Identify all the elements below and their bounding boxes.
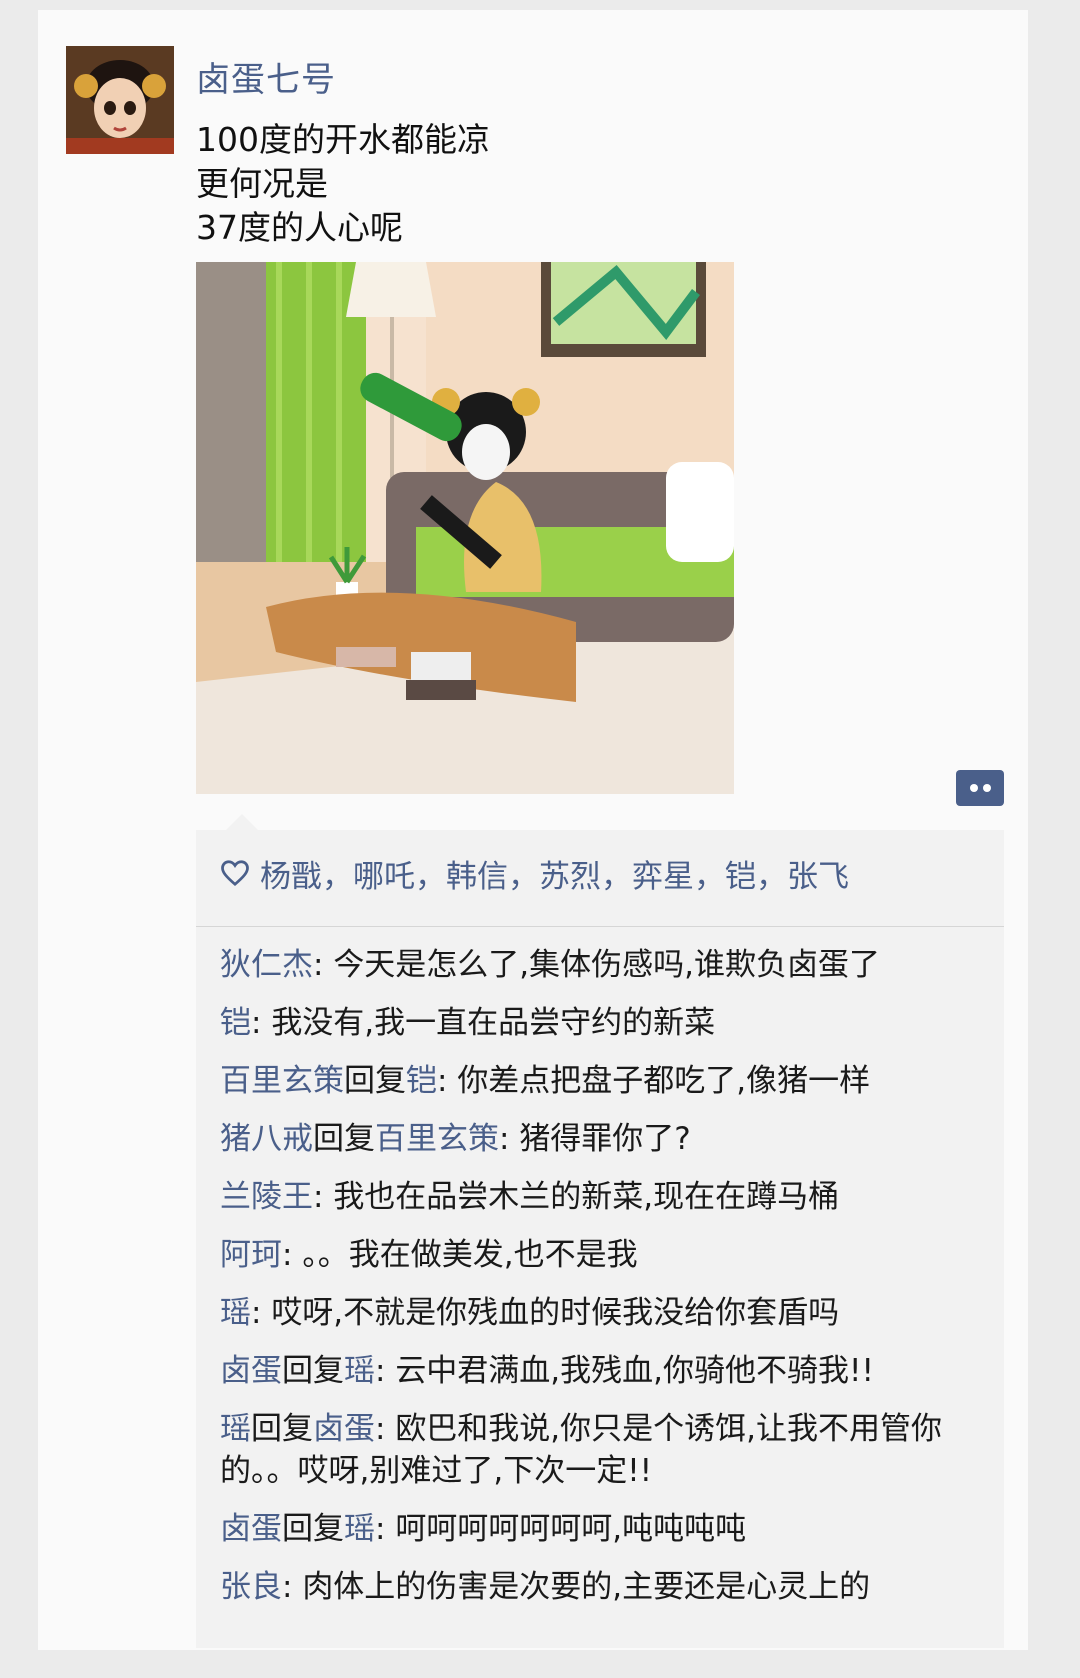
comment-author[interactable]: 瑶 (220, 1295, 251, 1331)
panel-arrow (226, 814, 258, 830)
comment-author[interactable]: 百里玄策 (220, 1063, 344, 1099)
comment-author[interactable]: 阿珂 (220, 1237, 282, 1273)
comment-item[interactable]: 狄仁杰: 今天是怎么了,集体伤感吗,谁欺负卤蛋了 (220, 944, 990, 986)
comment-item[interactable]: 瑶回复卤蛋: 欧巴和我说,你只是个诱饵,让我不用管你的。。哎呀,别难过了,下次一… (220, 1408, 990, 1492)
comment-text: 今天是怎么了,集体伤感吗,谁欺负卤蛋了 (333, 947, 881, 983)
reply-target[interactable]: 瑶 (344, 1353, 375, 1389)
post-text-line: 37度的人心呢 (196, 208, 403, 247)
interaction-panel: 杨戬，哪吒，韩信，苏烈，弈星，铠，张飞 狄仁杰: 今天是怎么了,集体伤感吗,谁欺… (196, 830, 1004, 1648)
comment-separator: : (375, 1353, 396, 1389)
dot (983, 784, 991, 792)
avatar-illustration (66, 46, 174, 154)
comment-text: 云中君满血,我残血,你骑他不骑我!! (395, 1353, 874, 1389)
dot (970, 784, 978, 792)
post-text-line: 更何况是 (196, 164, 328, 203)
reply-target[interactable]: 铠 (406, 1063, 437, 1099)
comment-author[interactable]: 狄仁杰 (220, 947, 313, 983)
comment-author[interactable]: 猪八戒 (220, 1121, 313, 1157)
comment-text: 你差点把盘子都吃了,像猪一样 (457, 1063, 871, 1099)
comment-item[interactable]: 卤蛋回复瑶: 云中君满血,我残血,你骑他不骑我!! (220, 1350, 990, 1392)
comment-text: 肉体上的伤害是次要的,主要还是心灵上的 (302, 1569, 871, 1605)
avatar[interactable] (66, 46, 174, 154)
comment-item[interactable]: 阿珂: 。。我在做美发,也不是我 (220, 1234, 990, 1276)
comment-text: 呵呵呵呵呵呵呵,吨吨吨吨 (395, 1511, 747, 1547)
comment-author[interactable]: 瑶 (220, 1411, 251, 1447)
comment-separator: : (499, 1121, 520, 1157)
comment-separator: : (251, 1295, 272, 1331)
comment-list: 狄仁杰: 今天是怎么了,集体伤感吗,谁欺负卤蛋了 铠: 我没有,我一直在品尝守约的… (220, 944, 990, 1624)
comment-separator: : (313, 947, 334, 983)
post-text: 100度的开水都能凉 更何况是 37度的人心呢 (196, 118, 490, 250)
divider (196, 926, 1004, 927)
more-button[interactable] (956, 770, 1004, 806)
heart-outline-icon (221, 860, 249, 887)
comment-separator: : (375, 1411, 396, 1447)
comment-separator: : (282, 1569, 303, 1605)
comment-separator: : (375, 1511, 396, 1547)
comment-item[interactable]: 猪八戒回复百里玄策: 猪得罪你了? (220, 1118, 990, 1160)
likes-row: 杨戬，哪吒，韩信，苏烈，弈星，铠，张飞 (220, 848, 849, 898)
comment-author[interactable]: 卤蛋 (220, 1353, 282, 1389)
living-room-illustration (196, 262, 734, 794)
comment-separator: : (282, 1237, 303, 1273)
comment-author[interactable]: 铠 (220, 1005, 251, 1041)
comment-text: 我没有,我一直在品尝守约的新菜 (271, 1005, 716, 1041)
likes-names[interactable]: 杨戬，哪吒，韩信，苏烈，弈星，铠，张飞 (260, 851, 849, 896)
reply-target[interactable]: 瑶 (344, 1511, 375, 1547)
comment-author[interactable]: 兰陵王 (220, 1179, 313, 1215)
comment-separator: : (251, 1005, 272, 1041)
reply-target[interactable]: 卤蛋 (313, 1411, 375, 1447)
comment-author[interactable]: 张良 (220, 1569, 282, 1605)
comment-item[interactable]: 百里玄策回复铠: 你差点把盘子都吃了,像猪一样 (220, 1060, 990, 1102)
reply-label: 回复 (313, 1121, 375, 1157)
reply-target[interactable]: 百里玄策 (375, 1121, 499, 1157)
reply-label: 回复 (282, 1511, 344, 1547)
comment-item[interactable]: 铠: 我没有,我一直在品尝守约的新菜 (220, 1002, 990, 1044)
post-text-line: 100度的开水都能凉 (196, 120, 490, 159)
comment-text: 我也在品尝木兰的新菜,现在在蹲马桶 (333, 1179, 840, 1215)
comment-separator: : (437, 1063, 458, 1099)
author-name[interactable]: 卤蛋七号 (196, 52, 336, 101)
comment-text: 猪得罪你了? (519, 1121, 691, 1157)
reply-label: 回复 (251, 1411, 313, 1447)
comment-author[interactable]: 卤蛋 (220, 1511, 282, 1547)
comment-item[interactable]: 瑶: 哎呀,不就是你残血的时候我没给你套盾吗 (220, 1292, 990, 1334)
comment-text: 。。我在做美发,也不是我 (302, 1237, 638, 1273)
comment-separator: : (313, 1179, 334, 1215)
comment-item[interactable]: 张良: 肉体上的伤害是次要的,主要还是心灵上的 (220, 1566, 990, 1608)
comment-item[interactable]: 卤蛋回复瑶: 呵呵呵呵呵呵呵,吨吨吨吨 (220, 1508, 990, 1550)
reply-label: 回复 (344, 1063, 406, 1099)
comment-text: 哎呀,不就是你残血的时候我没给你套盾吗 (271, 1295, 840, 1331)
reply-label: 回复 (282, 1353, 344, 1389)
post-image[interactable] (196, 262, 734, 794)
comment-item[interactable]: 兰陵王: 我也在品尝木兰的新菜,现在在蹲马桶 (220, 1176, 990, 1218)
